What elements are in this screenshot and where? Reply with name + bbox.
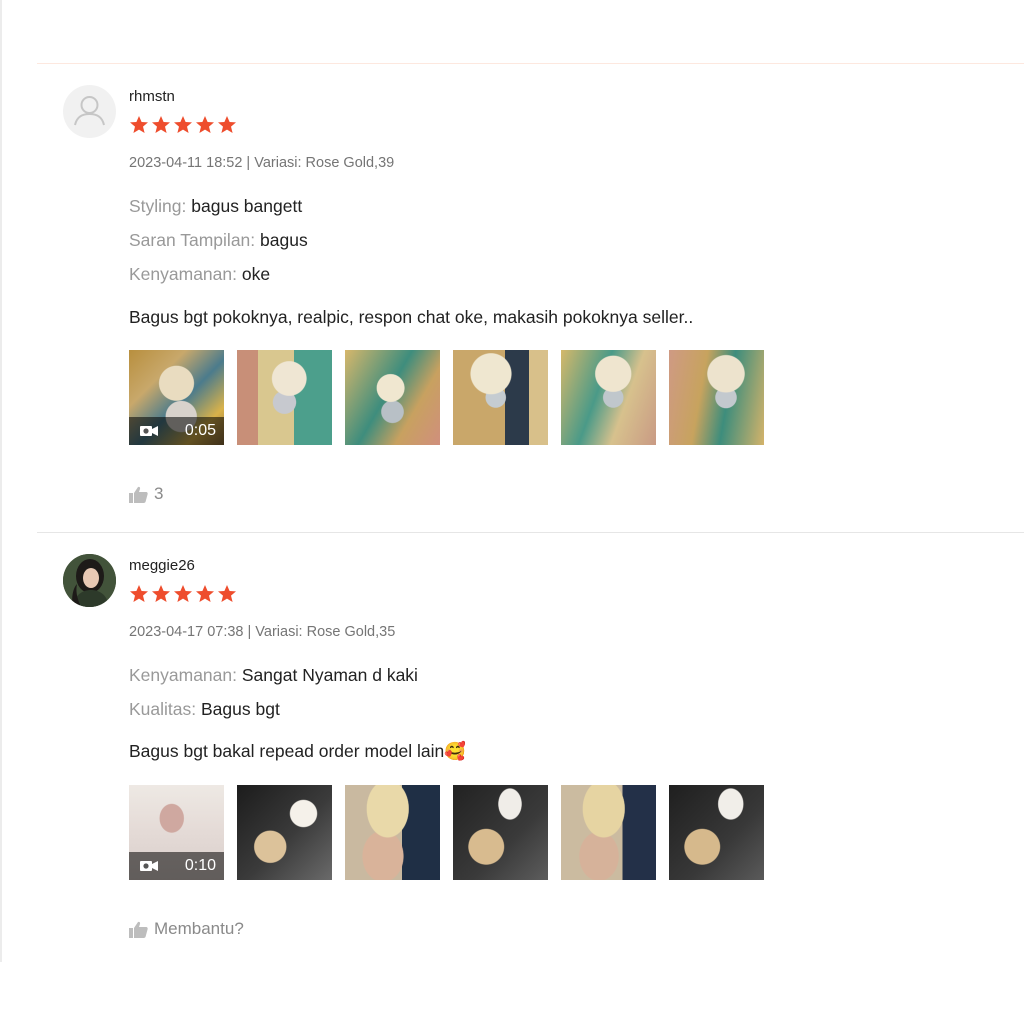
- photo-thumbnail[interactable]: [669, 350, 764, 445]
- user-photo: [63, 554, 116, 607]
- star-icon: [218, 585, 236, 602]
- review-attribute: Saran Tampilan: bagus: [129, 230, 308, 251]
- attribute-value: bagus: [260, 230, 308, 250]
- like-button[interactable]: 3: [129, 484, 163, 504]
- rating-stars: [129, 115, 237, 135]
- video-thumbnail[interactable]: 0:10: [129, 785, 224, 880]
- photo-thumbnail[interactable]: [561, 785, 656, 880]
- attribute-key: Kualitas:: [129, 699, 197, 719]
- review-attribute: Kualitas: Bagus bgt: [129, 699, 280, 720]
- photo-thumbnail[interactable]: [453, 350, 548, 445]
- media-gallery: 0:10: [129, 785, 764, 880]
- photo-thumbnail[interactable]: [345, 350, 440, 445]
- video-thumbnail[interactable]: 0:05: [129, 350, 224, 445]
- star-icon: [174, 116, 192, 133]
- video-camera-icon: [140, 861, 158, 871]
- review-comment: Bagus bgt pokoknya, realpic, respon chat…: [129, 307, 694, 327]
- star-icon: [218, 116, 236, 133]
- rating-stars: [129, 584, 237, 604]
- default-user-icon: [74, 96, 105, 126]
- thumbs-up-icon: [129, 921, 148, 938]
- photo-thumbnail[interactable]: [237, 785, 332, 880]
- video-duration: 0:05: [184, 422, 216, 439]
- review-username[interactable]: rhmstn: [129, 88, 175, 105]
- star-icon: [196, 116, 214, 133]
- video-duration: 0:10: [184, 857, 216, 874]
- attribute-key: Kenyamanan:: [129, 665, 237, 685]
- attribute-key: Kenyamanan:: [129, 264, 237, 284]
- helpful-label: Membantu?: [154, 919, 244, 938]
- photo-thumbnail[interactable]: [237, 350, 332, 445]
- photo-thumbnail[interactable]: [669, 785, 764, 880]
- review-username[interactable]: meggie26: [129, 557, 195, 574]
- review-meta: 2023-04-17 07:38 | Variasi: Rose Gold,35: [129, 624, 396, 640]
- review-meta: 2023-04-11 18:52 | Variasi: Rose Gold,39: [129, 155, 395, 171]
- media-gallery: 0:05: [129, 350, 764, 445]
- review-list: rhmstn 2023-04-11 18:52 | Variasi: Rose …: [0, 0, 1024, 962]
- review-comment: Bagus bgt bakal repead order model lain🥰: [129, 741, 466, 761]
- review-item: meggie26 2023-04-17 07:38 | Variasi: Ros…: [37, 533, 1024, 962]
- video-bar: 0:05: [129, 417, 224, 445]
- avatar[interactable]: [63, 85, 116, 138]
- photo-thumbnail[interactable]: [453, 785, 548, 880]
- avatar[interactable]: [63, 554, 116, 607]
- thumbs-up-icon: [129, 486, 148, 503]
- star-icon: [130, 585, 148, 602]
- star-icon: [130, 116, 148, 133]
- star-icon: [196, 585, 214, 602]
- attribute-key: Styling:: [129, 196, 187, 216]
- star-icon: [152, 116, 170, 133]
- video-camera-icon: [140, 426, 158, 436]
- photo-thumbnail[interactable]: [345, 785, 440, 880]
- attribute-value: oke: [241, 264, 271, 284]
- attribute-value: Bagus bgt: [201, 699, 280, 719]
- attribute-value: bagus bangett: [191, 196, 303, 216]
- attribute-key: Saran Tampilan:: [129, 230, 256, 250]
- review-attribute: Kenyamanan: Sangat Nyaman d kaki: [129, 665, 418, 686]
- review-attribute: Styling: bagus bangett: [129, 196, 302, 217]
- attribute-value: Sangat Nyaman d kaki: [241, 665, 418, 685]
- star-icon: [174, 585, 192, 602]
- review-attribute: Kenyamanan: oke: [129, 264, 270, 285]
- like-button[interactable]: Membantu?: [129, 919, 244, 939]
- review-item: rhmstn 2023-04-11 18:52 | Variasi: Rose …: [37, 64, 1024, 533]
- star-icon: [152, 585, 170, 602]
- video-bar: 0:10: [129, 852, 224, 880]
- like-count: 3: [154, 484, 164, 503]
- photo-thumbnail[interactable]: [561, 350, 656, 445]
